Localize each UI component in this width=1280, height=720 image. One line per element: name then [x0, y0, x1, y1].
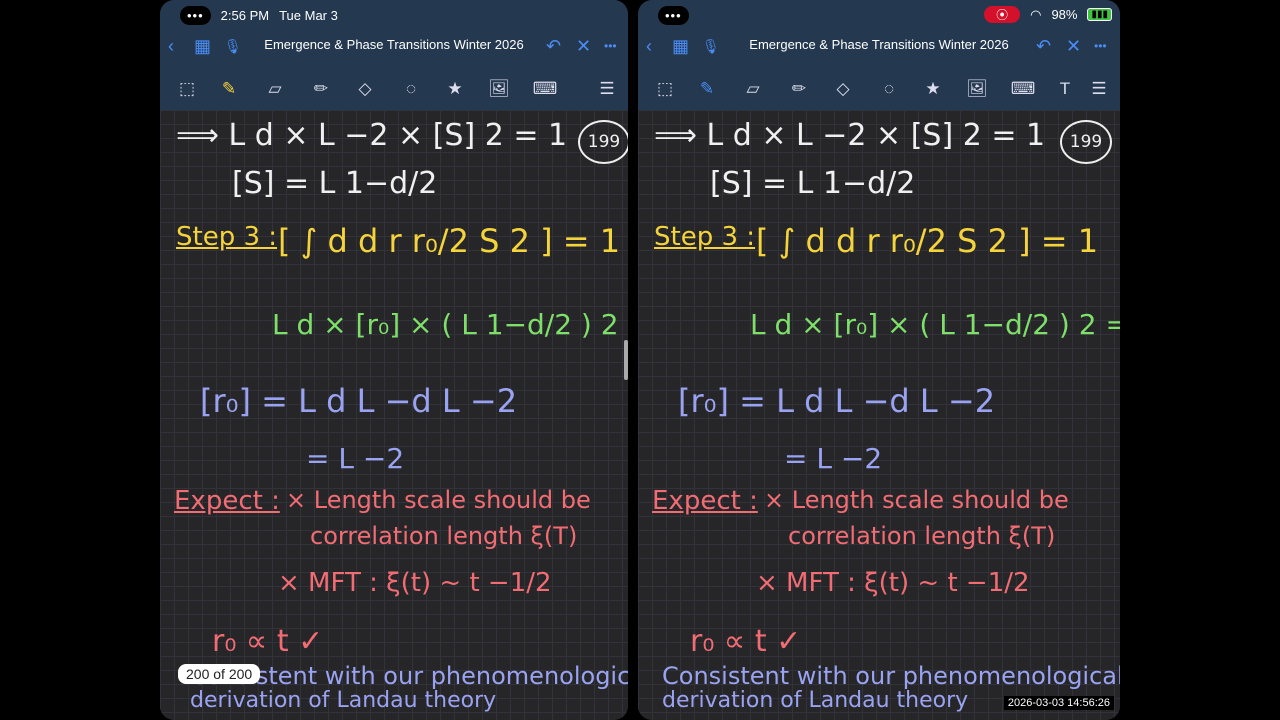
menu-icon[interactable]: ☰	[594, 76, 620, 102]
keyboard-icon[interactable]: ⌨	[532, 76, 558, 102]
star-icon[interactable]: ★	[920, 76, 946, 102]
r0-line-2: = L −2	[306, 442, 405, 475]
tool-row: ⬚ ✎ ▱ ✏ ◇ ◌ ★ 🖼 ⌨ ☰	[160, 76, 628, 106]
eraser-icon[interactable]: ▱	[262, 76, 288, 102]
consistent-line-a: Consistent with our phenomenological	[662, 662, 1120, 690]
expect-item-2: × MFT : ξ(t) ~ t −1/2	[756, 568, 1030, 598]
more-icon[interactable]: •••	[1094, 34, 1107, 58]
tool-row: ⬚ ✎ ▱ ✏ ◇ ◌ ★ 🖼 ⌨ T ☰	[638, 76, 1120, 106]
undo-icon[interactable]: ↶	[546, 34, 561, 58]
status-time: 2:56 PM	[220, 8, 270, 23]
expect-label: Expect :	[652, 486, 758, 516]
star-icon[interactable]: ★	[442, 76, 468, 102]
record-icon[interactable]: ⦿	[984, 6, 1021, 23]
note-canvas[interactable]: ⟹ L d × L −2 × [S] 2 = 1 199 [S] = L 1−d…	[638, 110, 1120, 720]
green-expression: L d × [r₀] × ( L 1−d/2 ) 2 = 1	[750, 308, 1120, 341]
page-number-circle: 199	[1060, 120, 1112, 164]
lasso-select-icon[interactable]: ⬚	[652, 76, 678, 102]
wifi-icon: ◠	[1030, 6, 1042, 22]
multitask-dots[interactable]: •••	[180, 6, 211, 25]
green-expression: L d × [r₀] × ( L 1−d/2 ) 2 = 1	[272, 308, 628, 341]
keyboard-icon[interactable]: ⌨	[1010, 76, 1036, 102]
expect-item-1b: correlation length ξ(T)	[310, 522, 578, 550]
left-notebook-pane: ••• 2:56 PM Tue Mar 3 ‹ ▦ 🎙 Emergence & …	[160, 0, 628, 720]
top-toolbar: ••• 2:56 PM Tue Mar 3 ‹ ▦ 🎙 Emergence & …	[160, 0, 628, 110]
note-line-2: [S] = L 1−d/2	[232, 166, 438, 201]
note-canvas[interactable]: ⟹ L d × L −2 × [S] 2 = 1 199 [S] = L 1−d…	[160, 110, 628, 720]
expect-item-1a: × Length scale should be	[286, 486, 591, 514]
expect-label: Expect :	[174, 486, 280, 516]
expect-item-1b: correlation length ξ(T)	[788, 522, 1056, 550]
pencil-icon[interactable]: ✏	[786, 76, 812, 102]
status-bar: ••• 2:56 PM Tue Mar 3	[180, 6, 338, 25]
status-bar: •••	[658, 6, 689, 25]
shapes-icon[interactable]: ◇	[830, 76, 856, 102]
eraser-icon[interactable]: ▱	[740, 76, 766, 102]
undo-icon[interactable]: ↶	[1036, 34, 1051, 58]
image-icon[interactable]: 🖼	[964, 76, 990, 102]
battery-percent: 98%	[1051, 7, 1078, 22]
step-expression: [ ∫ d d r r₀/2 S 2 ] = 1	[756, 222, 1099, 260]
scrollbar[interactable]	[624, 340, 628, 380]
consistent-line-b: derivation of Landau theory	[190, 688, 497, 713]
page-indicator: 200 of 200	[178, 664, 261, 684]
step-expression: [ ∫ d d r r₀/2 S 2 ] = 1	[278, 222, 621, 260]
step-label: Step 3 :	[654, 222, 756, 252]
close-icon[interactable]: ✕	[1066, 34, 1081, 58]
nav-row: ‹ ▦ 🎙 Emergence & Phase Transitions Wint…	[160, 34, 628, 58]
nav-row: ‹ ▦ 🎙 Emergence & Phase Transitions Wint…	[638, 34, 1120, 58]
text-icon[interactable]: T	[1052, 76, 1078, 102]
close-icon[interactable]: ✕	[576, 34, 591, 58]
r0-line-1: [r₀] = L d L −d L −2	[678, 382, 996, 420]
top-toolbar: ••• ⦿ ◠ 98% ▮▮▮ ‹ ▦ 🎙 Emergence & Phase …	[638, 0, 1120, 110]
timestamp: 2026-03-03 14:56:26	[1003, 696, 1114, 710]
lasso-icon[interactable]: ◌	[876, 76, 902, 102]
shapes-icon[interactable]: ◇	[352, 76, 378, 102]
expect-item-1a: × Length scale should be	[764, 486, 1069, 514]
more-icon[interactable]: •••	[604, 34, 617, 58]
status-date: Tue Mar 3	[279, 8, 338, 23]
proportional-line: r₀ ∝ t ✓	[690, 624, 802, 659]
proportional-line: r₀ ∝ t ✓	[212, 624, 324, 659]
highlighter-icon[interactable]: ✎	[694, 76, 720, 102]
image-icon[interactable]: 🖼	[486, 76, 512, 102]
battery-icon: ▮▮▮	[1087, 8, 1112, 21]
r0-line-1: [r₀] = L d L −d L −2	[200, 382, 518, 420]
page-number-circle: 199	[578, 120, 628, 164]
menu-icon[interactable]: ☰	[1086, 76, 1112, 102]
pencil-icon[interactable]: ✏	[308, 76, 334, 102]
right-notebook-pane: ••• ⦿ ◠ 98% ▮▮▮ ‹ ▦ 🎙 Emergence & Phase …	[638, 0, 1120, 720]
status-right: ⦿ ◠ 98% ▮▮▮	[984, 6, 1112, 23]
consistent-line-b: derivation of Landau theory	[662, 688, 969, 713]
highlighter-icon[interactable]: ✎	[216, 76, 242, 102]
note-line-1: ⟹ L d × L −2 × [S] 2 = 1	[176, 118, 568, 153]
note-line-1: ⟹ L d × L −2 × [S] 2 = 1	[654, 118, 1046, 153]
lasso-icon[interactable]: ◌	[398, 76, 424, 102]
expect-item-2: × MFT : ξ(t) ~ t −1/2	[278, 568, 552, 598]
note-line-2: [S] = L 1−d/2	[710, 166, 916, 201]
step-label: Step 3 :	[176, 222, 278, 252]
lasso-select-icon[interactable]: ⬚	[174, 76, 200, 102]
r0-line-2: = L −2	[784, 442, 883, 475]
multitask-dots[interactable]: •••	[658, 6, 689, 25]
